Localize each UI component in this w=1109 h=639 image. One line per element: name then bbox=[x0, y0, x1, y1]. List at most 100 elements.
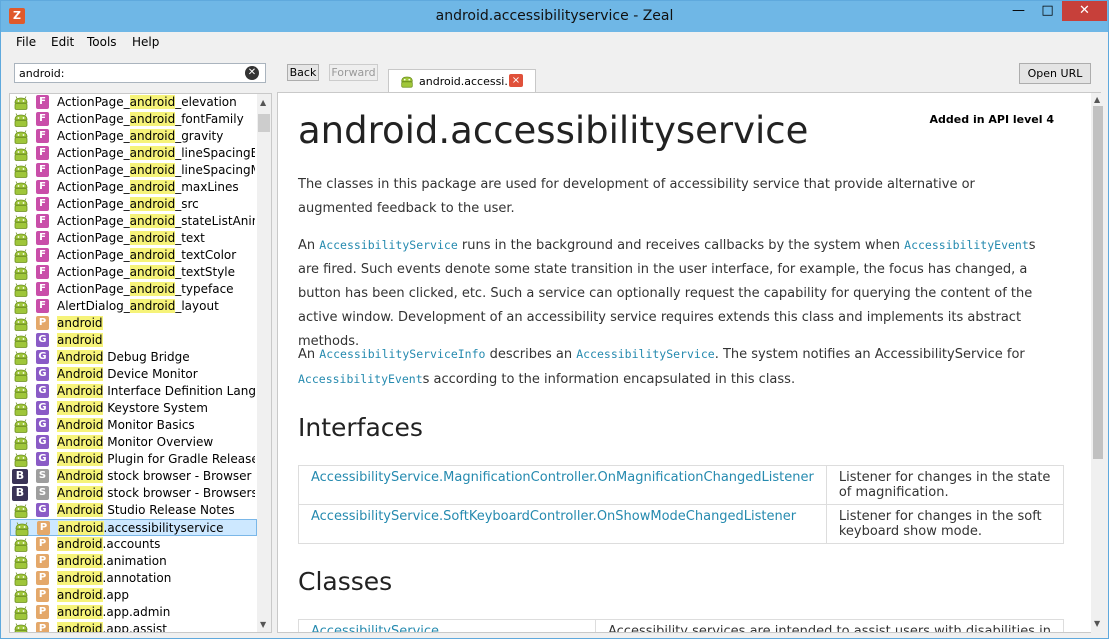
entry-type-icon: G bbox=[36, 367, 49, 381]
list-item[interactable]: G Android Device Monitor bbox=[10, 366, 257, 383]
link-accessibilityserviceinfo[interactable]: AccessibilityServiceInfo bbox=[319, 347, 485, 361]
android-docset-icon bbox=[14, 572, 28, 586]
interface-link[interactable]: AccessibilityService.SoftKeyboardControl… bbox=[298, 504, 827, 544]
list-item[interactable]: F ActionPage_android_textStyle bbox=[10, 264, 257, 281]
tab-close-icon[interactable]: × bbox=[509, 74, 523, 87]
list-item[interactable]: Pandroid.annotation bbox=[10, 570, 257, 587]
list-item-label: ActionPage_android_maxLines bbox=[57, 180, 239, 194]
list-item-label: Android Debug Bridge bbox=[57, 350, 190, 364]
close-window-button[interactable]: ✕ bbox=[1062, 1, 1107, 21]
interface-link[interactable]: AccessibilityService.MagnificationContro… bbox=[298, 465, 827, 505]
tab-label: android.accessi... bbox=[419, 75, 515, 88]
list-item[interactable]: F ActionPage_android_lineSpacingM... bbox=[10, 162, 257, 179]
android-docset-icon bbox=[14, 436, 28, 450]
list-item[interactable]: F ActionPage_android_textColor bbox=[10, 247, 257, 264]
entry-type-icon: F bbox=[36, 95, 49, 109]
interfaces-heading: Interfaces bbox=[298, 413, 423, 442]
android-docset-icon bbox=[14, 623, 28, 632]
list-item[interactable]: G Android Keystore System bbox=[10, 400, 257, 417]
list-item[interactable]: F ActionPage_android_maxLines bbox=[10, 179, 257, 196]
list-item-label: android.app.admin bbox=[57, 605, 171, 619]
intro-paragraph: The classes in this package are used for… bbox=[298, 177, 975, 216]
list-item[interactable]: BS Android stock browser - Browsers a... bbox=[10, 485, 257, 502]
list-item-label: android.accounts bbox=[57, 537, 161, 551]
list-item[interactable]: G Android Plugin for Gradle Release ... bbox=[10, 451, 257, 468]
maximize-button[interactable]: □ bbox=[1034, 1, 1061, 21]
list-item[interactable]: F ActionPage_android_elevation bbox=[10, 94, 257, 111]
list-item-label: android.app.assist bbox=[57, 622, 255, 632]
android-docset-icon bbox=[15, 522, 29, 536]
android-docset-icon bbox=[14, 181, 28, 195]
list-item[interactable]: G Android Monitor Overview bbox=[10, 434, 257, 451]
list-item[interactable]: F ActionPage_android_src bbox=[10, 196, 257, 213]
list-item[interactable]: Pandroid.app.assist bbox=[10, 621, 257, 632]
list-item[interactable]: Pandroid.app bbox=[10, 587, 257, 604]
entry-type-icon: F bbox=[36, 231, 49, 245]
list-item[interactable]: F ActionPage_android_lineSpacingEx... bbox=[10, 145, 257, 162]
content-scrollbar[interactable]: ▲ ▼ bbox=[1091, 93, 1105, 633]
list-item[interactable]: Pandroid.app.admin bbox=[10, 604, 257, 621]
link-accessibilityevent[interactable]: AccessibilityEvent bbox=[904, 238, 1029, 252]
android-docset-icon bbox=[14, 504, 28, 518]
entry-type-icon: F bbox=[36, 248, 49, 262]
entry-type-icon: P bbox=[36, 605, 49, 619]
menu-edit[interactable]: Edit bbox=[51, 35, 74, 49]
scroll-down-icon[interactable]: ▼ bbox=[260, 620, 266, 629]
list-item[interactable]: F ActionPage_android_text bbox=[10, 230, 257, 247]
list-item[interactable]: G Android Monitor Basics bbox=[10, 417, 257, 434]
back-button[interactable]: Back bbox=[287, 64, 319, 81]
entry-type-icon: G bbox=[36, 418, 49, 432]
list-item[interactable]: Pandroid.accounts bbox=[10, 536, 257, 553]
scroll-down-icon[interactable]: ▼ bbox=[1094, 619, 1100, 628]
api-level-note: Added in API level 4 bbox=[929, 113, 1054, 126]
list-item-label: Android Plugin for Gradle Release ... bbox=[57, 452, 255, 466]
list-item-label: android bbox=[57, 316, 103, 330]
search-input[interactable] bbox=[19, 65, 239, 81]
list-item[interactable]: G Android Studio Release Notes bbox=[10, 502, 257, 519]
title-bar: Z android.accessibilityservice - Zeal — … bbox=[1, 1, 1108, 32]
entry-type-icon: G bbox=[36, 452, 49, 466]
list-item[interactable]: Pandroid.animation bbox=[10, 553, 257, 570]
list-item[interactable]: F AlertDialog_android_layout bbox=[10, 298, 257, 315]
search-box: ✕ bbox=[14, 63, 266, 83]
entry-type-icon: G bbox=[36, 435, 49, 449]
table-row: AccessibilityService.SoftKeyboardControl… bbox=[298, 504, 1065, 544]
link-accessibilityservice-2[interactable]: AccessibilityService bbox=[576, 347, 714, 361]
tab-active[interactable]: android.accessi... × bbox=[388, 69, 536, 92]
list-item[interactable]: Pandroid bbox=[10, 315, 257, 332]
forward-button[interactable]: Forward bbox=[329, 64, 378, 81]
class-link[interactable]: AccessibilityService bbox=[298, 619, 596, 632]
open-url-button[interactable]: Open URL bbox=[1019, 63, 1091, 84]
class-desc: Accessibility services are intended to a… bbox=[594, 619, 1065, 632]
list-item[interactable]: Pandroid.accessibilityservice bbox=[10, 519, 257, 536]
sidebar-scroll-thumb[interactable] bbox=[258, 114, 270, 132]
minimize-button[interactable]: — bbox=[1005, 1, 1032, 21]
entry-type-icon: F bbox=[36, 282, 49, 296]
entry-type-icon: F bbox=[36, 180, 49, 194]
android-docset-icon bbox=[14, 249, 28, 263]
entry-type-icon: P bbox=[36, 588, 49, 602]
android-docset-icon bbox=[14, 368, 28, 382]
scroll-up-icon[interactable]: ▲ bbox=[1094, 95, 1100, 104]
list-item[interactable]: F ActionPage_android_stateListAnim... bbox=[10, 213, 257, 230]
menu-file[interactable]: File bbox=[16, 35, 36, 49]
list-item[interactable]: G Android Interface Definition Langu... bbox=[10, 383, 257, 400]
list-item[interactable]: F ActionPage_android_fontFamily bbox=[10, 111, 257, 128]
list-item[interactable]: BS Android stock browser - Browser a... bbox=[10, 468, 257, 485]
service-paragraph: An AccessibilityService runs in the back… bbox=[298, 238, 1036, 349]
list-item[interactable]: Gandroid bbox=[10, 332, 257, 349]
scroll-up-icon[interactable]: ▲ bbox=[260, 98, 266, 107]
link-accessibilityevent-2[interactable]: AccessibilityEvent bbox=[298, 372, 423, 386]
link-accessibilityservice[interactable]: AccessibilityService bbox=[319, 238, 457, 252]
list-item[interactable]: F ActionPage_android_gravity bbox=[10, 128, 257, 145]
clear-search-icon[interactable]: ✕ bbox=[245, 66, 259, 80]
sidebar-scrollbar[interactable]: ▲ ▼ bbox=[257, 94, 271, 632]
content-scroll-thumb[interactable] bbox=[1093, 106, 1103, 459]
android-docset-icon bbox=[14, 555, 28, 569]
table-row: AccessibilityService Accessibility servi… bbox=[298, 619, 1065, 632]
entry-type-icon: G bbox=[36, 503, 49, 517]
list-item[interactable]: G Android Debug Bridge bbox=[10, 349, 257, 366]
menu-help[interactable]: Help bbox=[132, 35, 159, 49]
menu-tools[interactable]: Tools bbox=[87, 35, 117, 49]
list-item[interactable]: F ActionPage_android_typeface bbox=[10, 281, 257, 298]
